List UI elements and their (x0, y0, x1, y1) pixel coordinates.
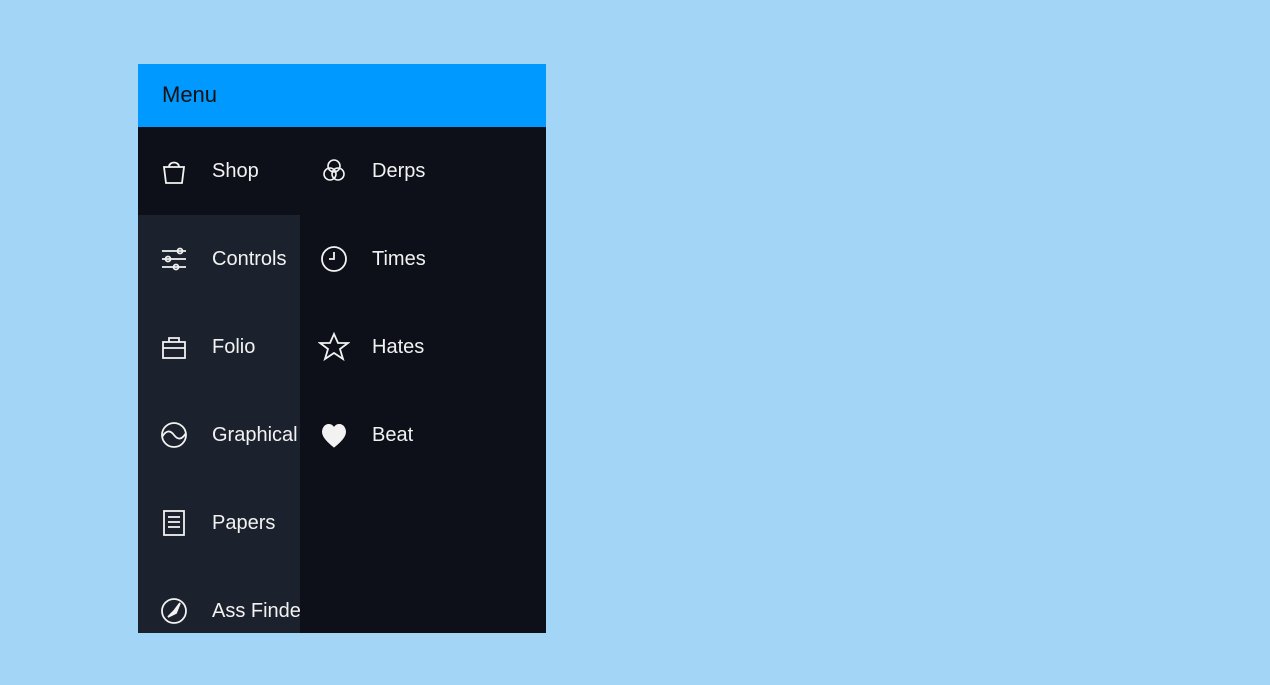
menu-label: Controls (212, 248, 286, 271)
submenu-item-hates[interactable]: Hates (300, 303, 546, 391)
menu-item-shop[interactable]: Shop (138, 127, 300, 215)
menu-label: Graphical (212, 424, 298, 447)
menu-header: Menu (138, 64, 546, 127)
document-icon (158, 507, 190, 539)
briefcase-icon (158, 331, 190, 363)
menu-label: Folio (212, 336, 255, 359)
submenu-label: Hates (372, 336, 424, 359)
menu-label: Ass Finder (212, 600, 300, 623)
star-icon (318, 331, 350, 363)
menu-title: Menu (162, 82, 217, 107)
submenu-label: Times (372, 248, 426, 271)
submenu-item-beat[interactable]: Beat (300, 391, 546, 479)
submenu-item-derps[interactable]: Derps (300, 127, 546, 215)
submenu-label: Derps (372, 160, 425, 183)
main-column: Shop Controls (138, 127, 300, 633)
menu-item-papers[interactable]: Papers (138, 479, 300, 567)
menu-item-graphical[interactable]: Graphical (138, 391, 300, 479)
bag-icon (158, 155, 190, 187)
heart-broken-icon (318, 419, 350, 451)
clock-icon (318, 243, 350, 275)
menu-widget: Menu Derps (138, 64, 546, 633)
submenu-label: Beat (372, 424, 413, 447)
graph-icon (158, 419, 190, 451)
compass-icon (158, 595, 190, 627)
menu-item-ass-finder[interactable]: Ass Finder (138, 567, 300, 633)
submenu-item-times[interactable]: Times (300, 215, 546, 303)
menu-item-controls[interactable]: Controls (138, 215, 300, 303)
submenu-column: Derps Times Hates (300, 127, 546, 633)
menu-label: Shop (212, 160, 259, 183)
sliders-icon (158, 243, 190, 275)
menu-label: Papers (212, 512, 275, 535)
venn-icon (318, 155, 350, 187)
menu-body: Derps Times Hates (138, 127, 546, 633)
menu-item-folio[interactable]: Folio (138, 303, 300, 391)
